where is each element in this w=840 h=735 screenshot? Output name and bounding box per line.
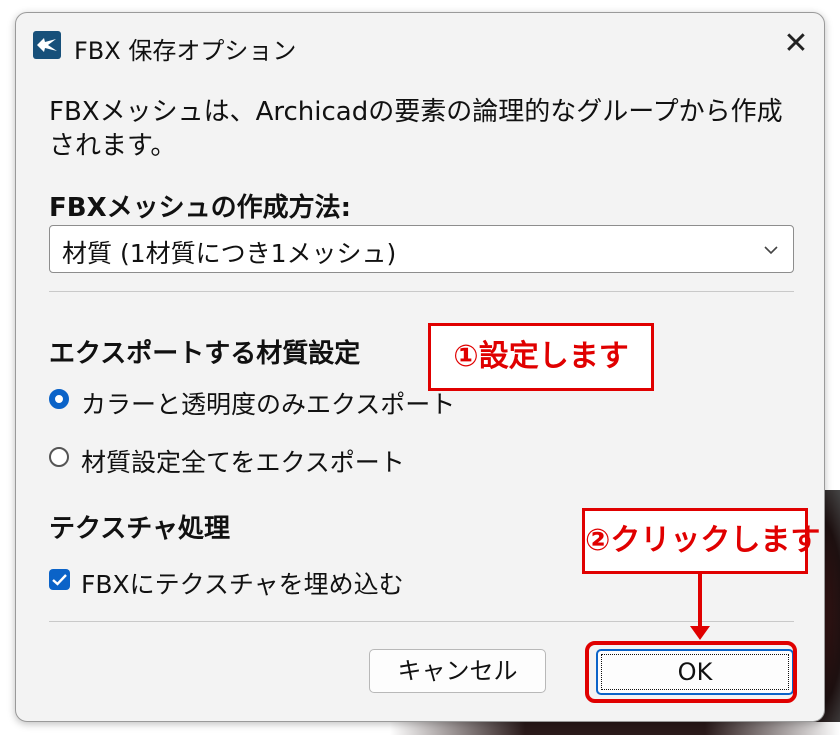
- checkmark-icon: [49, 569, 70, 590]
- checkbox-label: FBXにテクスチャを埋め込む: [81, 570, 404, 599]
- annotation-callout-settings: ①設定します: [428, 323, 654, 391]
- mesh-method-selected-value: 材質 (1材質につき1メッシュ): [62, 239, 397, 268]
- close-icon[interactable]: ✕: [780, 29, 812, 61]
- radio-label: 材質設定全てをエクスポート: [81, 448, 405, 477]
- radio-label: カラーと透明度のみエクスポート: [81, 390, 456, 419]
- fbx-save-options-dialog: FBX 保存オプション ✕ FBXメッシュは、Archicadの要素の論理的なグ…: [15, 12, 825, 722]
- divider: [49, 291, 794, 292]
- material-export-heading: エクスポートする材質設定: [49, 339, 361, 369]
- annotation-callout-click: ②クリックします: [582, 508, 820, 574]
- archicad-app-icon: [33, 31, 61, 59]
- texture-heading: テクスチャ処理: [49, 514, 230, 544]
- radio-selected-icon: [49, 389, 69, 409]
- chevron-down-icon: [763, 240, 779, 259]
- annotation-ok-highlight: [585, 641, 797, 703]
- mesh-method-heading: FBXメッシュの作成方法:: [49, 193, 352, 223]
- description-text: FBXメッシュは、Archicadの要素の論理的なグループから作成されます。: [49, 97, 783, 161]
- radio-unselected-icon: [49, 447, 69, 467]
- annotation-arrow: [698, 571, 702, 629]
- window-title: FBX 保存オプション: [74, 37, 297, 65]
- annotation-arrow-head: [690, 626, 710, 640]
- title-bar: FBX 保存オプション ✕: [16, 13, 824, 77]
- divider: [49, 621, 794, 622]
- cancel-button[interactable]: キャンセル: [369, 649, 546, 693]
- background-object-bottom: [390, 722, 840, 735]
- mesh-method-select[interactable]: 材質 (1材質につき1メッシュ): [49, 225, 794, 273]
